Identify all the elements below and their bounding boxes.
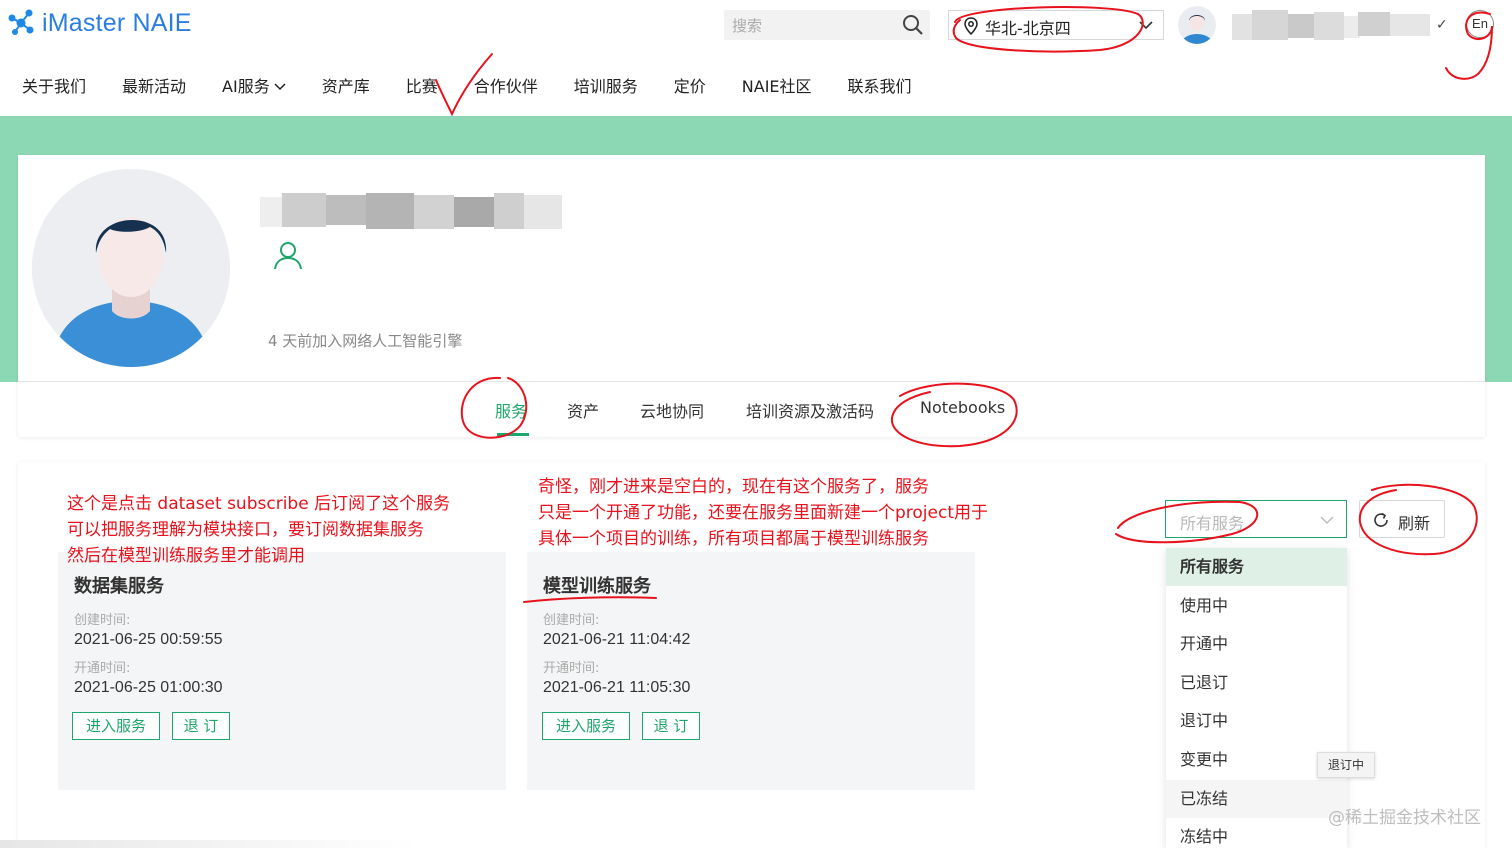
tab-cloud-collab[interactable]: 云地协同: [640, 398, 704, 422]
active-tab-indicator: [497, 433, 529, 436]
language-toggle[interactable]: En: [1466, 10, 1494, 38]
created-label: 创建时间:: [74, 613, 131, 628]
logo-text: iMaster NAIE: [42, 8, 192, 37]
dropdown-option-freezing[interactable]: 冻结中: [1166, 818, 1347, 848]
profile-card: 4 天前加入网络人工智能引擎 服务 资产 云地协同 培训资源及激活码 Noteb…: [18, 155, 1485, 437]
search-icon[interactable]: [902, 14, 924, 36]
chevron-down-icon: [274, 83, 286, 91]
location-pin-icon: [964, 17, 978, 35]
created-value: 2021-06-21 11:04:42: [543, 631, 691, 648]
tooltip: 退订中: [1317, 752, 1375, 778]
profile-name-blurred: [260, 193, 562, 231]
logo[interactable]: iMaster NAIE: [6, 8, 192, 38]
watermark: @稀土掘金技术社区: [1328, 808, 1481, 828]
user-profile-icon: [274, 242, 302, 270]
opened-value: 2021-06-25 01:00:30: [74, 679, 223, 696]
enter-service-button[interactable]: 进入服务: [72, 712, 160, 740]
user-avatar[interactable]: [1178, 6, 1216, 44]
service-card-dataset: 数据集服务 创建时间: 2021-06-25 00:59:55 开通时间: 20…: [58, 552, 506, 790]
nav-item-contact[interactable]: 联系我们: [830, 72, 930, 102]
annotation-left-line3: 然后在模型训练服务里才能调用: [67, 546, 305, 566]
nav-item-pricing[interactable]: 定价: [656, 72, 724, 102]
joined-text: 4 天前加入网络人工智能引擎: [268, 332, 463, 350]
opened-label: 开通时间:: [543, 661, 600, 676]
unsubscribe-button[interactable]: 退 订: [642, 712, 700, 740]
nav-item-community[interactable]: NAIE社区: [724, 72, 830, 102]
refresh-label: 刷新: [1398, 514, 1431, 533]
status-filter-dropdown: 所有服务 使用中 开通中 已退订 退订中 变更中 已冻结 冻结中: [1166, 548, 1347, 848]
main-nav: 关于我们 最新活动 AI服务 资产库 比赛 合作伙伴 培训服务 定价 NAIE社…: [0, 72, 930, 102]
service-title: 数据集服务: [74, 576, 164, 597]
nav-item-partners[interactable]: 合作伙伴: [456, 72, 556, 102]
service-status-filter[interactable]: 所有服务: [1165, 500, 1347, 538]
opened-label: 开通时间:: [74, 661, 131, 676]
chevron-down-icon: [1139, 21, 1153, 30]
chevron-down-icon: [1320, 516, 1334, 525]
user-menu-chevron-icon[interactable]: ✓: [1436, 17, 1448, 33]
tab-assets[interactable]: 资产: [567, 398, 599, 422]
dropdown-option-unsubscribing[interactable]: 退订中: [1166, 702, 1347, 740]
region-label: 华北-北京四: [985, 19, 1071, 38]
unsubscribe-button[interactable]: 退 订: [172, 712, 230, 740]
created-value: 2021-06-25 00:59:55: [74, 631, 223, 648]
filter-placeholder: 所有服务: [1180, 514, 1245, 533]
nav-item-activities[interactable]: 最新活动: [104, 72, 204, 102]
annotation-right-line2: 只是一个开通了功能，还要在服务里面新建一个project用于: [538, 503, 989, 523]
annotation-left-line1: 这个是点击 dataset subscribe 后订阅了这个服务: [67, 494, 451, 514]
enter-service-button[interactable]: 进入服务: [542, 712, 630, 740]
horizontal-scrollbar[interactable]: [0, 840, 420, 848]
profile-avatar: [32, 169, 230, 367]
dropdown-option-all[interactable]: 所有服务: [1166, 548, 1347, 586]
refresh-icon: [1374, 512, 1388, 527]
nav-item-competition[interactable]: 比赛: [388, 72, 456, 102]
user-name-blurred[interactable]: [1232, 10, 1432, 44]
tab-notebooks[interactable]: Notebooks: [920, 398, 1005, 417]
dropdown-option-unsubscribed[interactable]: 已退订: [1166, 664, 1347, 702]
nav-item-assets[interactable]: 资产库: [304, 72, 388, 102]
dropdown-option-opening[interactable]: 开通中: [1166, 625, 1347, 663]
search-input[interactable]: 搜索: [724, 10, 930, 40]
annotation-left-line2: 可以把服务理解为模块接口，要订阅数据集服务: [67, 520, 424, 540]
nav-item-ai-services[interactable]: AI服务: [204, 72, 304, 102]
service-card-model-training: 模型训练服务 创建时间: 2021-06-21 11:04:42 开通时间: 2…: [527, 552, 975, 790]
tab-services[interactable]: 服务: [495, 398, 527, 422]
annotation-right-line1: 奇怪，刚才进来是空白的，现在有这个服务了，服务: [538, 477, 929, 497]
service-title: 模型训练服务: [543, 576, 651, 597]
opened-value: 2021-06-21 11:05:30: [543, 679, 691, 696]
tab-training-resources[interactable]: 培训资源及激活码: [746, 398, 874, 422]
refresh-button[interactable]: 刷新: [1359, 500, 1445, 538]
annotation-right-line3: 具体一个项目的训练，所有项目都属于模型训练服务: [538, 529, 929, 549]
logo-mark-icon: [6, 8, 36, 38]
created-label: 创建时间:: [543, 613, 600, 628]
dropdown-option-frozen[interactable]: 已冻结: [1166, 780, 1347, 818]
dropdown-option-in-use[interactable]: 使用中: [1166, 587, 1347, 625]
profile-tabs: 服务 资产 云地协同 培训资源及激活码 Notebooks: [18, 382, 1485, 437]
top-header: iMaster NAIE 搜索 华北-北京四 ✓ En 关于我们 最新活动 AI…: [0, 0, 1512, 116]
region-selector[interactable]: 华北-北京四: [948, 10, 1164, 40]
nav-item-about[interactable]: 关于我们: [0, 72, 104, 102]
nav-item-training[interactable]: 培训服务: [556, 72, 656, 102]
search-placeholder: 搜索: [732, 17, 763, 35]
